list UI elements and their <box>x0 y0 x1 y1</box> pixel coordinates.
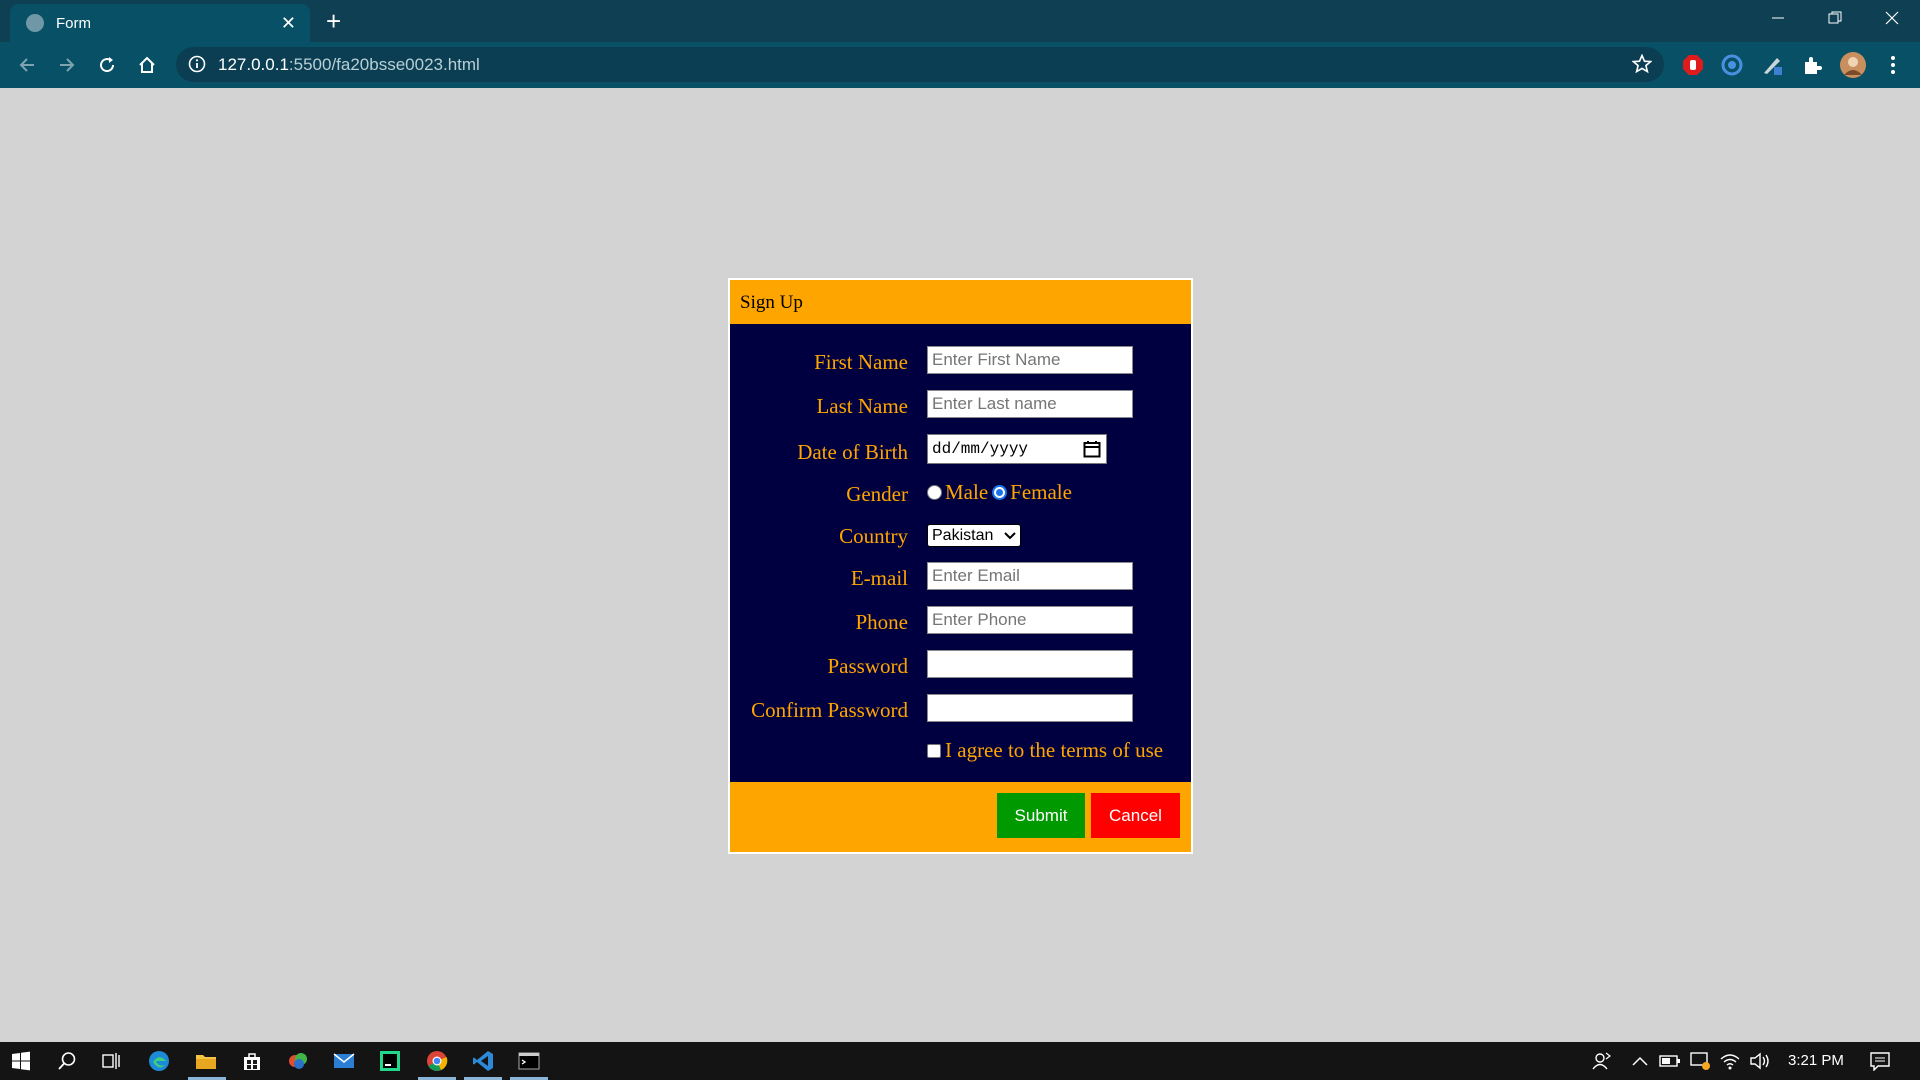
last-name-input[interactable] <box>927 390 1133 418</box>
phone-input[interactable] <box>927 606 1133 634</box>
chrome-extension-icon[interactable] <box>1719 52 1745 78</box>
confirm-password-row: Confirm Password <box>730 694 1191 724</box>
cancel-button[interactable]: Cancel <box>1091 793 1180 838</box>
country-select[interactable]: Pakistan <box>927 524 1021 547</box>
submit-button[interactable]: Submit <box>997 793 1085 838</box>
close-tab-icon[interactable]: ✕ <box>281 14 296 32</box>
terms-row: I agree to the terms of use <box>730 736 1191 766</box>
dob-placeholder: dd/mm/yyyy <box>932 440 1029 458</box>
reload-icon[interactable] <box>92 50 122 80</box>
chevron-up-icon[interactable] <box>1628 1049 1652 1073</box>
bookmark-star-icon[interactable] <box>1631 53 1653 79</box>
browser-tab[interactable]: Form ✕ <box>10 4 310 42</box>
last-name-row: Last Name <box>730 390 1191 420</box>
minimize-button[interactable] <box>1749 0 1806 36</box>
mail-icon[interactable] <box>332 1049 356 1073</box>
pen-extension-icon[interactable] <box>1759 52 1785 78</box>
gender-radio-group: Male Female <box>927 480 1076 505</box>
edge-browser-icon[interactable] <box>147 1049 171 1073</box>
pycharm-icon[interactable] <box>378 1049 402 1073</box>
restore-button[interactable] <box>1806 0 1863 36</box>
first-name-label: First Name <box>814 350 908 374</box>
phone-row: Phone <box>730 606 1191 636</box>
country-label: Country <box>839 524 908 548</box>
notifications-icon[interactable] <box>1868 1049 1892 1073</box>
signup-form: Sign Up First Name Last Name Date of Bir… <box>728 278 1193 854</box>
tab-strip: Form ✕ + <box>0 0 1920 42</box>
new-tab-button[interactable]: + <box>326 7 341 35</box>
gender-female-radio[interactable] <box>992 485 1008 500</box>
windows-start-icon[interactable] <box>9 1049 33 1073</box>
terms-checkbox[interactable] <box>927 743 941 758</box>
browser-toolbar: 127.0.0.1:5500/fa20bsse0023.html <box>0 42 1920 88</box>
tab-title: Form <box>56 14 91 32</box>
gender-male-label[interactable]: Male <box>945 480 988 504</box>
browser-menu-icon[interactable] <box>1880 52 1906 78</box>
chrome-icon[interactable] <box>425 1049 449 1073</box>
forward-arrow-icon[interactable] <box>52 50 82 80</box>
back-arrow-icon[interactable] <box>12 50 42 80</box>
first-name-row: First Name <box>730 346 1191 376</box>
terms-checkbox-group: I agree to the terms of use <box>927 738 1163 763</box>
gender-label: Gender <box>846 482 908 506</box>
gender-female-label[interactable]: Female <box>1010 480 1072 504</box>
phone-label: Phone <box>855 610 909 634</box>
adblock-extension-icon[interactable] <box>1680 52 1706 78</box>
terminal-icon[interactable] <box>517 1049 541 1073</box>
globe-icon <box>26 14 44 32</box>
first-name-input[interactable] <box>927 346 1133 374</box>
country-row: Country Pakistan <box>730 520 1191 550</box>
password-row: Password <box>730 650 1191 680</box>
address-bar[interactable]: 127.0.0.1:5500/fa20bsse0023.html <box>176 47 1664 82</box>
profile-avatar[interactable] <box>1840 52 1866 78</box>
confirm-password-input[interactable] <box>927 694 1133 722</box>
battery-icon[interactable] <box>1658 1049 1682 1073</box>
password-label: Password <box>827 654 908 678</box>
vscode-icon[interactable] <box>471 1049 495 1073</box>
taskbar: 3:21 PM <box>0 1042 1920 1080</box>
dob-date-input[interactable]: dd/mm/yyyy <box>927 434 1107 464</box>
task-view-icon[interactable] <box>99 1049 123 1073</box>
file-explorer-icon[interactable] <box>194 1049 218 1073</box>
url-text[interactable]: 127.0.0.1:5500/fa20bsse0023.html <box>218 55 480 75</box>
email-label: E-mail <box>850 566 908 590</box>
photos-app-icon[interactable] <box>286 1049 310 1073</box>
wifi-icon[interactable] <box>1718 1049 1742 1073</box>
volume-icon[interactable] <box>1748 1049 1772 1073</box>
email-input[interactable] <box>927 562 1133 590</box>
last-name-label: Last Name <box>816 394 908 418</box>
window-controls <box>1749 0 1920 36</box>
close-window-button[interactable] <box>1863 0 1920 36</box>
form-header: Sign Up <box>730 280 1191 324</box>
gender-male-radio[interactable] <box>927 485 942 500</box>
site-info-icon[interactable] <box>188 55 206 78</box>
terms-label[interactable]: I agree to the terms of use <box>945 738 1163 762</box>
url-host: 127.0.0.1 <box>218 55 289 74</box>
dob-row: Date of Birth dd/mm/yyyy <box>730 434 1191 464</box>
home-icon[interactable] <box>132 50 162 80</box>
confirm-password-label: Confirm Password <box>751 698 908 722</box>
chevron-down-icon <box>1004 527 1016 545</box>
clock-time[interactable]: 3:21 PM <box>1788 1052 1844 1069</box>
calendar-icon[interactable] <box>1083 440 1101 463</box>
search-icon[interactable] <box>55 1049 79 1073</box>
dob-label: Date of Birth <box>797 440 908 464</box>
country-value: Pakistan <box>932 526 994 544</box>
form-footer: Submit Cancel <box>730 782 1191 852</box>
people-icon[interactable] <box>1590 1049 1614 1073</box>
display-icon[interactable] <box>1688 1049 1712 1073</box>
puzzle-extensions-icon[interactable] <box>1799 52 1825 78</box>
email-row: E-mail <box>730 562 1191 592</box>
url-path: :5500/fa20bsse0023.html <box>288 55 480 74</box>
password-input[interactable] <box>927 650 1133 678</box>
microsoft-store-icon[interactable] <box>240 1049 264 1073</box>
gender-row: Gender Male Female <box>730 478 1191 508</box>
